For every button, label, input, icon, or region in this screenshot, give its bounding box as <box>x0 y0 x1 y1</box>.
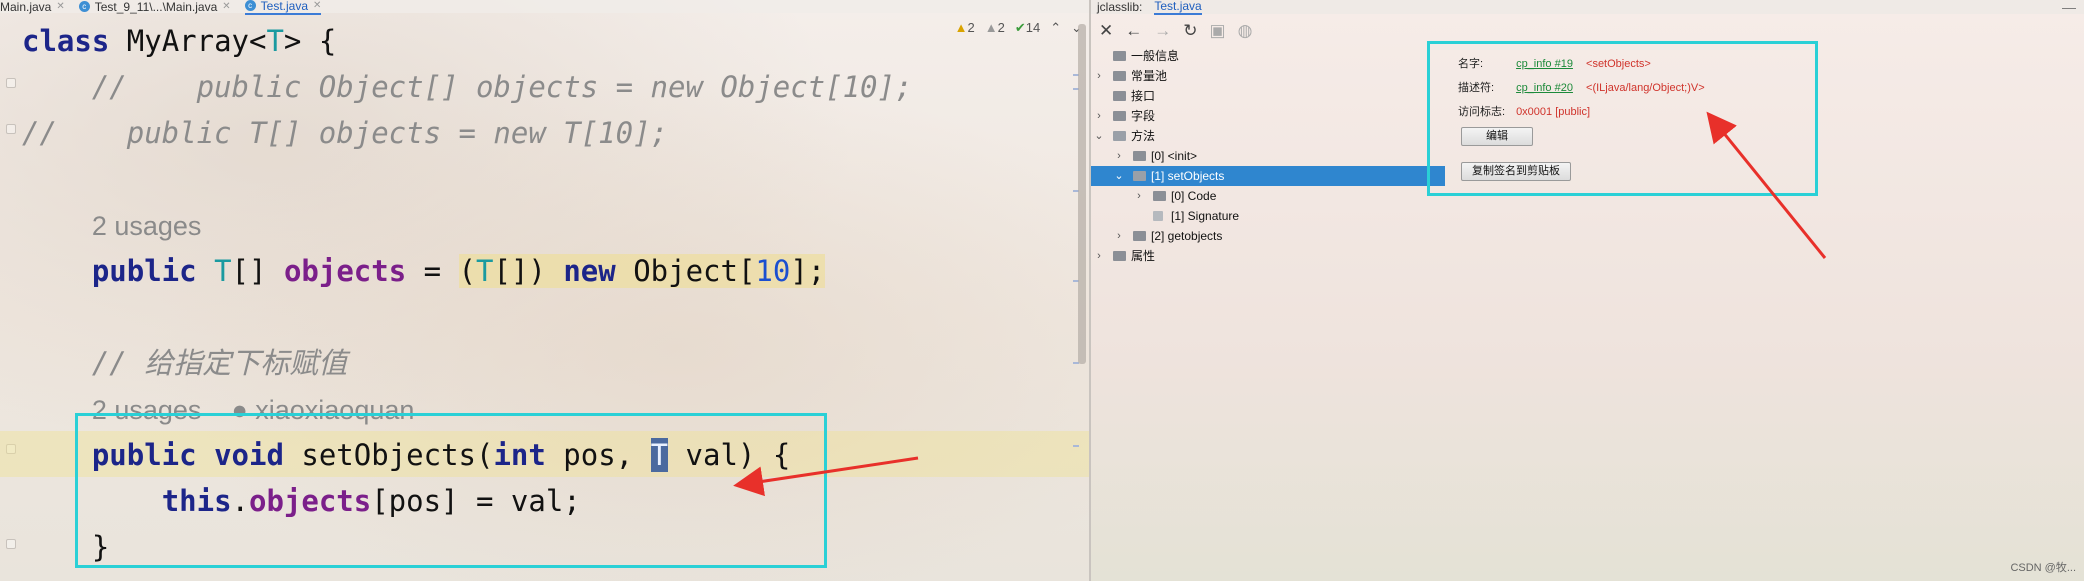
close-icon[interactable]: ✕ <box>313 0 321 11</box>
chevron-right-icon[interactable]: › <box>1113 226 1125 246</box>
tree-node-method-init[interactable]: › [0] <init> <box>1091 146 1445 166</box>
forward-arrow-icon[interactable]: → <box>1154 21 1171 41</box>
chevron-down-icon[interactable]: ⌄ <box>1093 126 1105 146</box>
tab-test-java-bytecode[interactable]: Test.java <box>1154 0 1202 15</box>
stripe-mark[interactable] <box>1073 445 1079 447</box>
chevron-right-icon[interactable]: › <box>1113 146 1125 166</box>
back-arrow-icon[interactable]: ← <box>1125 21 1142 41</box>
tree-node-attributes[interactable]: › 属性 <box>1091 246 1445 266</box>
editor-gutter <box>0 14 22 581</box>
tree-node-methods[interactable]: ⌄ 方法 <box>1091 126 1445 146</box>
watermark: CSDN @牧... <box>2010 562 2076 574</box>
file-icon <box>1153 211 1163 221</box>
tab-label: Main.java <box>0 0 52 14</box>
chevron-right-icon[interactable]: › <box>1093 246 1105 266</box>
chevron-right-icon[interactable]: › <box>1133 186 1145 206</box>
save-icon[interactable]: ▣ <box>1210 21 1226 41</box>
tree-node-code[interactable]: › [0] Code <box>1091 186 1445 206</box>
folder-icon <box>1113 251 1126 261</box>
folder-icon <box>1113 51 1126 61</box>
minimize-icon[interactable]: — <box>2062 0 2076 15</box>
tab-main-java[interactable]: Main.java ✕ <box>0 0 65 14</box>
refresh-icon[interactable]: ↻ <box>1183 21 1197 41</box>
tree-node-fields[interactable]: › 字段 <box>1091 106 1445 126</box>
close-icon[interactable]: ✕ <box>56 1 64 12</box>
annotation-box <box>75 413 827 568</box>
tab-test-9-11-main-java[interactable]: c Test_9_11\...\Main.java ✕ <box>78 0 231 14</box>
code-line-comment: // public T[] objects = new T[10]; <box>22 116 669 150</box>
code-line: public T[] objects = (T[]) new Object[10… <box>91 254 826 288</box>
folder-icon <box>1113 111 1126 121</box>
tab-test-java[interactable]: c Test.java ✕ <box>244 0 322 15</box>
chevron-right-icon[interactable]: › <box>1093 66 1105 86</box>
code-line-comment: // 给指定下标赋值 <box>91 346 348 380</box>
close-icon[interactable]: ✕ <box>222 1 230 12</box>
editor-scrollbar[interactable] <box>1078 24 1086 364</box>
class-icon: c <box>244 0 256 11</box>
folder-icon <box>1133 151 1146 161</box>
folder-icon <box>1133 231 1146 241</box>
tree-node-general-info[interactable]: 一般信息 <box>1091 46 1445 66</box>
editor-tab-bar: Main.java ✕ c Test_9_11\...\Main.java ✕ … <box>0 0 1090 15</box>
chevron-down-icon[interactable]: ⌄ <box>1113 166 1125 186</box>
fold-marker[interactable] <box>6 539 16 549</box>
close-icon[interactable]: ✕ <box>1099 21 1113 41</box>
tool-window-title: jclasslib: <box>1097 0 1143 14</box>
code-line: class MyArray<T> { <box>22 24 337 58</box>
code-editor[interactable]: Main.java ✕ c Test_9_11\...\Main.java ✕ … <box>0 0 1090 581</box>
class-structure-tree[interactable]: 一般信息 › 常量池 接口 › 字段 ⌄ 方法 › [0] <init> ⌄ [… <box>1091 46 1445 581</box>
tree-node-interfaces[interactable]: 接口 <box>1091 86 1445 106</box>
usages-hint[interactable]: 2 usages <box>22 202 1062 248</box>
tree-node-constant-pool[interactable]: › 常量池 <box>1091 66 1445 86</box>
annotation-box <box>1427 41 1818 196</box>
code-line-comment: // public Object[] objects = new Object[… <box>22 70 913 104</box>
chevron-right-icon[interactable]: › <box>1093 106 1105 126</box>
fold-marker[interactable] <box>6 124 16 134</box>
fold-marker[interactable] <box>6 78 16 88</box>
folder-icon <box>1153 191 1166 201</box>
folder-icon <box>1113 71 1126 81</box>
jclasslib-title-bar: jclasslib: Test.java — <box>1091 0 2084 15</box>
tree-node-signature[interactable]: [1] Signature <box>1091 206 1445 226</box>
tab-label: Test_9_11\...\Main.java <box>94 0 218 14</box>
folder-open-icon <box>1133 171 1146 181</box>
globe-icon[interactable]: ◍ <box>1238 21 1253 41</box>
folder-open-icon <box>1113 131 1126 141</box>
tree-node-method-setobjects[interactable]: ⌄ [1] setObjects <box>1091 166 1445 186</box>
class-icon: c <box>78 1 90 12</box>
tab-label: Test.java <box>260 0 309 13</box>
tree-node-method-getobjects[interactable]: › [2] getobjects <box>1091 226 1445 246</box>
folder-icon <box>1113 91 1126 101</box>
